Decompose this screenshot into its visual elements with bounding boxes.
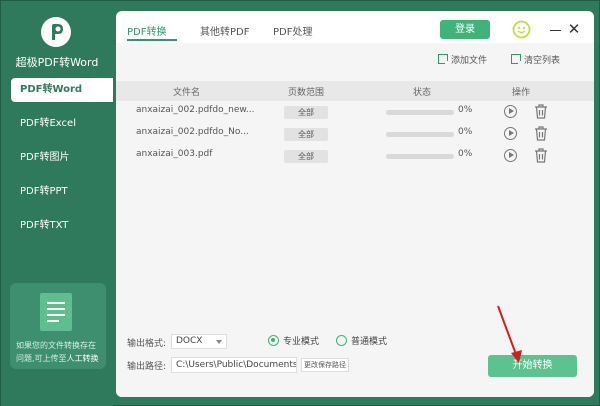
output-format-value: DOCX xyxy=(176,336,203,346)
sidebar-item-label: PDF转Word xyxy=(20,84,83,95)
sidebar-item-label: PDF转TXT xyxy=(20,220,69,231)
file-actions: 添加文件 清空列表 xyxy=(116,43,594,75)
progress-bar xyxy=(386,132,454,137)
output-format-label: 输出格式: xyxy=(127,339,167,349)
trash-icon[interactable] xyxy=(534,104,548,119)
sidebar: 超极PDF转Word PDF转Word PDF转Excel PDF转图片 PDF… xyxy=(1,1,113,406)
table-header: 文件名 页数范围 状态 操作 xyxy=(116,81,594,101)
app-window: 超极PDF转Word PDF转Word PDF转Excel PDF转图片 PDF… xyxy=(0,0,600,406)
column-page-range: 页数范围 xyxy=(288,88,325,98)
column-status: 状态 xyxy=(413,88,432,98)
sidebar-item-label: PDF转PPT xyxy=(20,186,68,197)
content-area: 添加文件 清空列表 文件名 页数范围 状态 操作 anxaizai_002.pd… xyxy=(116,43,594,397)
sidebar-item-pdf-to-image[interactable]: PDF转图片 xyxy=(11,146,113,170)
sidebar-item-label: PDF转Excel xyxy=(20,118,76,129)
trash-icon[interactable] xyxy=(534,126,548,141)
app-logo-icon xyxy=(41,17,71,47)
chevron-down-icon xyxy=(216,340,222,344)
sidebar-item-pdf-to-word[interactable]: PDF转Word xyxy=(11,78,113,102)
sidebar-item-label: PDF转图片 xyxy=(20,152,70,163)
output-path-label: 输出路径: xyxy=(127,362,167,372)
change-path-button[interactable]: 更改保存路径 xyxy=(301,358,349,372)
page-range-button[interactable]: 全部 xyxy=(284,128,328,141)
close-icon[interactable]: ✕ xyxy=(566,19,582,39)
trash-icon[interactable] xyxy=(534,148,548,163)
column-actions: 操作 xyxy=(512,88,531,98)
manual-conversion-box[interactable]: 如果您的文件转换存在问题,可上传至人工转换 xyxy=(10,283,106,369)
progress-percent: 0% xyxy=(458,149,473,159)
page-range-button[interactable]: 全部 xyxy=(284,106,328,119)
normal-mode-label: 普通模式 xyxy=(351,337,388,347)
radio-selected-icon xyxy=(268,335,279,346)
add-file-icon xyxy=(438,54,450,66)
progress-percent: 0% xyxy=(458,127,473,137)
add-file-label: 添加文件 xyxy=(451,56,488,66)
table-row: anxaizai_002.pdfdo_No... 全部 0% xyxy=(116,123,594,145)
file-name: anxaizai_002.pdfdo_No... xyxy=(136,127,249,137)
column-filename: 文件名 xyxy=(173,88,201,98)
clear-list-button[interactable]: 清空列表 xyxy=(511,53,560,66)
file-name: anxaizai_003.pdf xyxy=(136,149,213,159)
output-settings: 输出格式: DOCX 专业模式 普通模式 输出路径: C:\Users\Publ… xyxy=(116,331,594,397)
radio-unselected-icon xyxy=(336,335,347,346)
minimize-icon[interactable] xyxy=(549,19,563,39)
smiley-face-icon[interactable] xyxy=(512,20,531,39)
sidebar-item-pdf-to-ppt[interactable]: PDF转PPT xyxy=(11,180,113,204)
clear-list-label: 清空列表 xyxy=(524,56,561,66)
app-title: 超极PDF转Word xyxy=(15,56,99,69)
output-format-select[interactable]: DOCX xyxy=(171,334,227,349)
document-icon xyxy=(40,293,72,331)
login-button[interactable]: 登录 xyxy=(440,20,490,39)
table-row: anxaizai_002.pdfdo_new... 全部 0% xyxy=(116,101,594,123)
normal-mode-radio[interactable]: 普通模式 xyxy=(336,334,387,347)
output-path-input[interactable]: C:\Users\Public\Documents\ xyxy=(171,357,297,373)
play-icon[interactable] xyxy=(504,149,517,162)
play-icon[interactable] xyxy=(504,127,517,140)
progress-bar xyxy=(386,154,454,159)
help-text: 如果您的文件转换存在问题,可上传至人工转换 xyxy=(16,339,102,365)
sidebar-item-pdf-to-txt[interactable]: PDF转TXT xyxy=(11,214,113,238)
progress-bar xyxy=(386,110,454,115)
clear-list-icon xyxy=(511,54,523,66)
table-row: anxaizai_003.pdf 全部 0% xyxy=(116,145,594,167)
manual-conversion-link[interactable]: 人工转换 xyxy=(67,354,99,363)
professional-mode-label: 专业模式 xyxy=(283,337,320,347)
tab-pdf-convert[interactable]: PDF转换 xyxy=(127,23,166,38)
tab-bar: PDF转换 其他转PDF PDF处理 登录 ✕ xyxy=(116,11,594,43)
main-panel: PDF转换 其他转PDF PDF处理 登录 ✕ 添加文件 清空列表 文件名 页数… xyxy=(116,11,594,397)
progress-percent: 0% xyxy=(458,105,473,115)
start-convert-button[interactable]: 开始转换 xyxy=(488,355,577,377)
play-icon[interactable] xyxy=(504,105,517,118)
page-range-button[interactable]: 全部 xyxy=(284,150,328,163)
file-name: anxaizai_002.pdfdo_new... xyxy=(136,105,255,115)
sidebar-item-pdf-to-excel[interactable]: PDF转Excel xyxy=(11,112,113,136)
professional-mode-radio[interactable]: 专业模式 xyxy=(268,334,319,347)
active-tab-indicator xyxy=(127,39,177,41)
tab-other-to-pdf[interactable]: 其他转PDF xyxy=(200,23,249,38)
add-file-button[interactable]: 添加文件 xyxy=(438,53,487,66)
tab-pdf-process[interactable]: PDF处理 xyxy=(273,23,312,38)
